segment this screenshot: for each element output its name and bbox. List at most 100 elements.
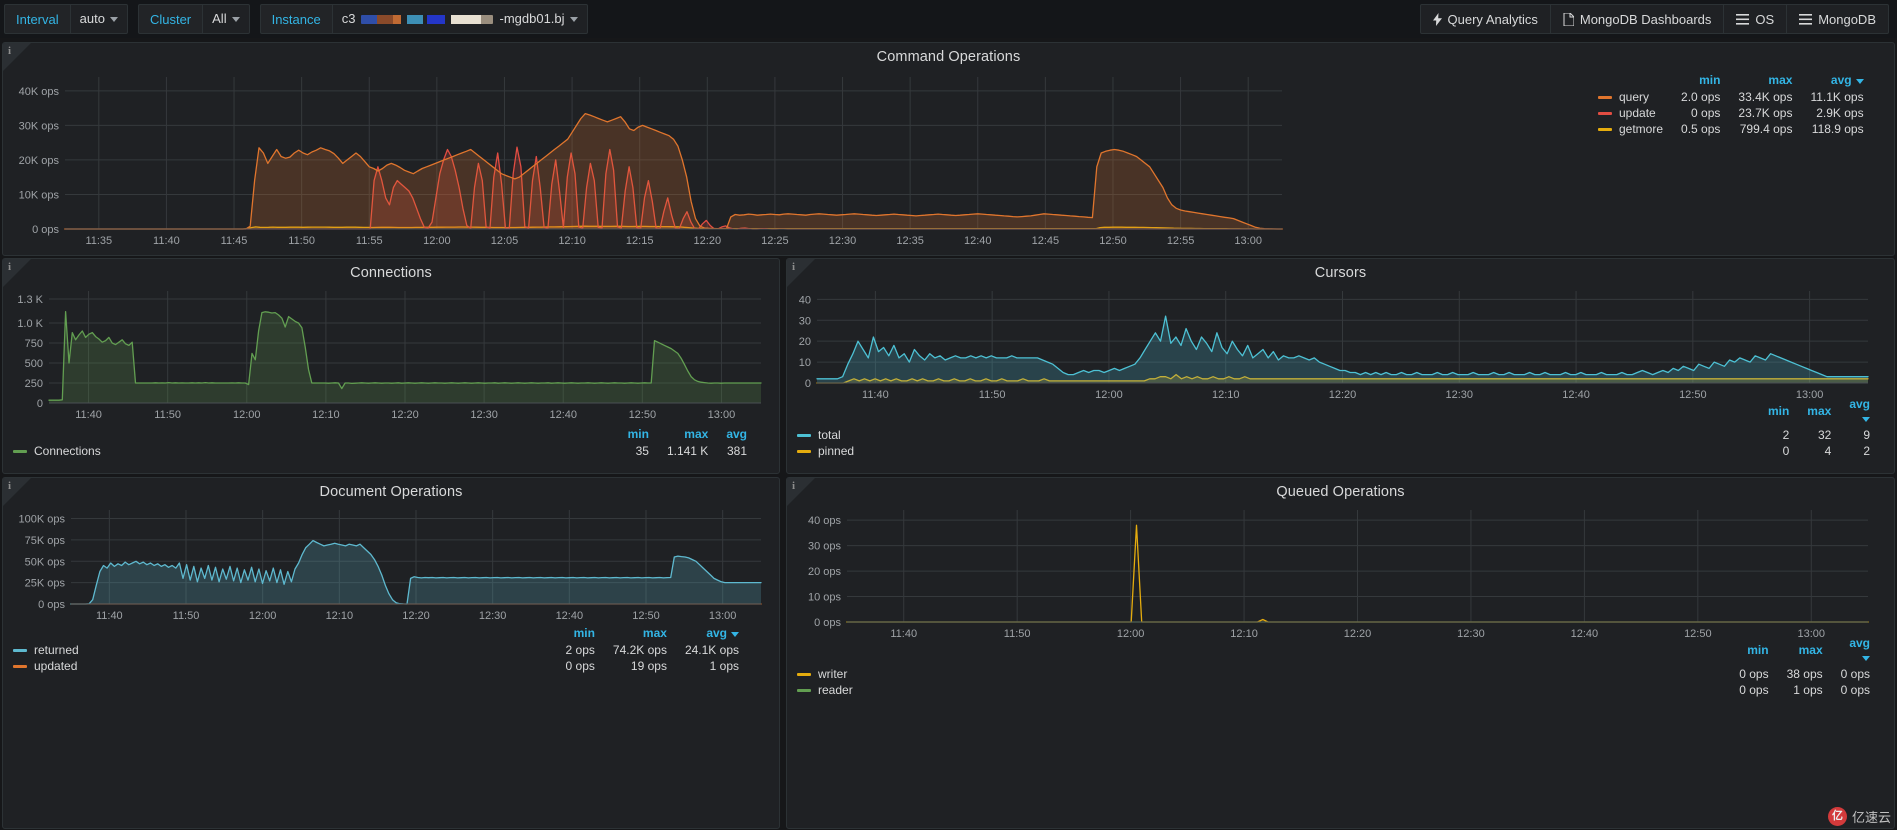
legend-color-swatch: [797, 450, 811, 454]
instance-select[interactable]: c3 -mgdb01.bj: [331, 4, 588, 34]
legend-col-max[interactable]: max: [1769, 636, 1823, 666]
cluster-select[interactable]: All: [202, 4, 250, 34]
legend-col-name: [797, 636, 1721, 666]
x-axis-tick-label: 12:45: [1032, 235, 1060, 247]
y-axis-tick-label: 40 ops: [808, 515, 842, 527]
legend-label: Connections: [34, 444, 101, 458]
legend-col-avg[interactable]: avg: [667, 626, 739, 642]
sort-desc-icon: [731, 632, 739, 637]
panel-info-corner[interactable]: [3, 43, 31, 71]
legend-max: 38 ops: [1786, 667, 1823, 681]
legend-document-operations: min max avg returned 2 ops 74.2K ops 24.1K …: [13, 626, 739, 674]
nav-os-label: OS: [1755, 11, 1775, 27]
legend-series-name[interactable]: Connections: [13, 443, 610, 459]
legend-max: 1.141 K: [666, 444, 709, 458]
y-axis-tick-label: 40: [799, 294, 811, 306]
legend-color-swatch: [797, 673, 811, 677]
y-axis-tick-label: 20: [799, 336, 811, 348]
watermark-text: 亿速云: [1851, 810, 1891, 825]
x-axis-tick-label: 12:55: [1167, 235, 1195, 247]
legend-row[interactable]: reader 0 ops 1 ops 0 ops: [797, 682, 1870, 698]
legend-col-max[interactable]: max: [649, 427, 708, 443]
chart-cursors: 01020304011:40 11:50 12:00 12:10 12:20 12:30 1…: [799, 291, 1869, 401]
legend-max: 799.4 ops: [1739, 122, 1793, 136]
y-axis-tick-label: 30 ops: [808, 541, 842, 553]
x-axis-tick-label: 13:00: [1234, 235, 1262, 247]
chevron-down-icon: [109, 16, 118, 22]
x-axis-tick-label: 12:50: [629, 409, 657, 421]
legend-col-min[interactable]: min: [1721, 636, 1768, 666]
interval-value: auto: [79, 11, 105, 26]
legend-row[interactable]: returned 2 ops 74.2K ops 24.1K ops: [13, 642, 739, 658]
x-axis-tick-label: 11:40: [96, 610, 123, 622]
legend-color-swatch: [1598, 112, 1612, 116]
watermark: 亿 亿速云: [1827, 807, 1891, 826]
y-axis-tick-label: 10: [799, 357, 811, 369]
legend-row[interactable]: total 2 32 9: [797, 427, 1870, 443]
hamburger-icon: [1799, 13, 1813, 25]
legend-label: reader: [818, 683, 853, 697]
legend-col-min[interactable]: min: [1663, 73, 1720, 89]
legend-max: 32: [1817, 428, 1832, 442]
legend-row[interactable]: writer 0 ops 38 ops 0 ops: [797, 666, 1870, 682]
instance-value-suffix: -mgdb01.bj: [499, 11, 565, 26]
x-axis-tick-label: 11:50: [288, 235, 315, 247]
legend-avg: 0 ops: [1840, 683, 1870, 697]
legend-min: 2: [1782, 428, 1790, 442]
legend-row[interactable]: query 2.0 ops 33.4K ops 11.1K ops: [1598, 89, 1864, 105]
y-axis-tick-label: 100K ops: [19, 514, 66, 526]
legend-series-name[interactable]: reader: [797, 682, 1721, 698]
y-axis-tick-label: 10K ops: [19, 189, 60, 201]
x-axis-tick-label: 12:20: [694, 235, 722, 247]
legend-col-avg[interactable]: avg: [1792, 73, 1864, 89]
legend-row[interactable]: update 0 ops 23.7K ops 2.9K ops: [1598, 105, 1864, 121]
legend-row[interactable]: pinned 0 4 2: [797, 443, 1870, 459]
panel-connections: i Connections 0 250 500 750 1.0 K 1.3 K 11:40 1…: [2, 258, 780, 474]
legend-col-max[interactable]: max: [1720, 73, 1792, 89]
legend-col-min[interactable]: min: [610, 427, 649, 443]
legend-series-name[interactable]: query: [1598, 89, 1663, 105]
legend-series-name[interactable]: updated: [13, 658, 548, 674]
chart-queued-operations: 0 ops10 ops20 ops30 ops40 ops11:40 11:50 1…: [808, 510, 1869, 640]
legend-col-max[interactable]: max: [595, 626, 667, 642]
legend-col-avg[interactable]: avg: [1823, 636, 1870, 666]
nav-mongodb[interactable]: MongoDB: [1787, 4, 1889, 34]
legend-row[interactable]: updated 0 ops 19 ops 1 ops: [13, 658, 739, 674]
interval-select[interactable]: auto: [69, 4, 128, 34]
legend-series-name[interactable]: update: [1598, 105, 1663, 121]
legend-col-avg[interactable]: avg: [708, 427, 747, 443]
legend-col-max[interactable]: max: [1789, 397, 1831, 427]
y-axis-tick-label: 0 ops: [32, 224, 59, 236]
x-axis-tick-label: 11:40: [75, 409, 102, 421]
panel-command-operations: i Command Operations 0 ops 10K ops 20K ops…: [2, 42, 1895, 256]
legend-row[interactable]: Connections 35 1.141 K 381: [13, 443, 747, 459]
panel-title: Connections: [350, 265, 432, 281]
x-axis-tick-label: 11:35: [85, 235, 112, 247]
legend-series-name[interactable]: returned: [13, 642, 548, 658]
legend-col-avg[interactable]: avg: [1831, 397, 1870, 427]
x-axis-tick-label: 12:10: [558, 235, 586, 247]
nav-mongodb-dashboards[interactable]: MongoDB Dashboards: [1550, 4, 1725, 34]
x-axis-tick-label: 12:40: [549, 409, 577, 421]
legend-series-name[interactable]: writer: [797, 666, 1721, 682]
nav-query-analytics[interactable]: Query Analytics: [1419, 4, 1551, 34]
legend-max: 33.4K ops: [1738, 90, 1793, 104]
document-icon: [1563, 12, 1574, 26]
legend-col-min[interactable]: min: [1750, 397, 1789, 427]
legend-series-name[interactable]: total: [797, 427, 1750, 443]
x-axis-tick-label: 11:40: [153, 235, 180, 247]
sort-desc-icon: [1862, 656, 1870, 661]
y-axis-tick-label: 0 ops: [38, 599, 65, 611]
cluster-value: All: [212, 11, 227, 26]
legend-avg: 0 ops: [1840, 667, 1870, 681]
legend-min: 2 ops: [565, 643, 595, 657]
x-axis-tick-label: 12:50: [1099, 235, 1127, 247]
legend-cursors: min max avg total 2 32 9 pinned 0 4 2: [797, 397, 1870, 459]
legend-series-name[interactable]: pinned: [797, 443, 1750, 459]
nav-os[interactable]: OS: [1724, 4, 1788, 34]
legend-series-name[interactable]: getmore: [1598, 121, 1663, 137]
legend-label: getmore: [1619, 122, 1664, 136]
legend-col-min[interactable]: min: [548, 626, 595, 642]
y-axis-tick-label: 10 ops: [808, 592, 842, 604]
legend-row[interactable]: getmore 0.5 ops 799.4 ops 118.9 ops: [1598, 121, 1864, 137]
